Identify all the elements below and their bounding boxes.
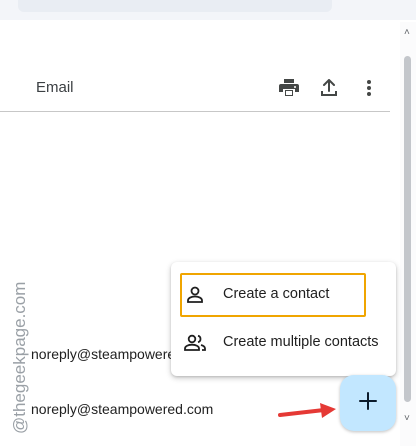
column-header-email: Email <box>36 79 74 96</box>
contact-email-cell[interactable]: noreply@steampowered.com <box>31 401 213 417</box>
top-bar <box>0 0 416 20</box>
watermark: @thegeekpage.com <box>10 282 29 434</box>
plus-icon <box>358 391 378 416</box>
menu-item-create-multiple-contacts[interactable]: Create multiple contacts <box>171 323 396 363</box>
pointer-arrow-icon <box>278 403 336 418</box>
scrollbar[interactable]: ˄ ˅ <box>400 22 416 446</box>
scroll-up-icon[interactable]: ˄ <box>404 28 410 38</box>
create-contact-fab[interactable] <box>340 375 396 431</box>
print-icon[interactable] <box>277 76 301 100</box>
highlight-box <box>180 273 366 317</box>
export-icon[interactable] <box>317 76 341 100</box>
contact-email-cell[interactable]: noreply@steampowered <box>31 346 183 362</box>
people-icon <box>183 331 207 355</box>
search-box[interactable] <box>18 0 332 12</box>
scroll-down-icon[interactable]: ˅ <box>404 414 410 424</box>
scrollbar-thumb[interactable] <box>404 56 411 402</box>
more-vert-icon[interactable] <box>357 76 381 100</box>
svg-text:@thegeekpage.com: @thegeekpage.com <box>10 282 29 434</box>
menu-item-label: Create multiple contacts <box>223 334 379 350</box>
contacts-table-header: Email <box>0 64 390 112</box>
